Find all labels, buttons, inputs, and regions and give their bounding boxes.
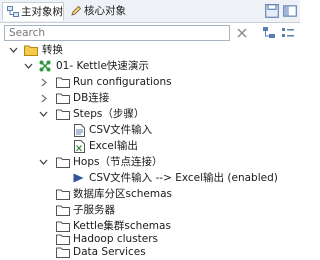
tree-node-label: CSV文件输入 --> Excel输出 (enabled) (89, 172, 278, 184)
tree-node-label: 子服务器 (73, 204, 115, 216)
tree-node-step-excel-output[interactable]: Excel输出 (0, 138, 300, 154)
search-input[interactable]: Search (4, 25, 230, 41)
collapse-all-icon[interactable] (281, 26, 295, 40)
chevron-down-icon[interactable] (9, 46, 18, 54)
excel-output-icon (74, 140, 85, 153)
tree-node-steps[interactable]: Steps（步骤） (0, 106, 300, 122)
tree-node-label: CSV文件输入 (89, 124, 153, 136)
tree-node-hop-csv-to-excel[interactable]: CSV文件输入 --> Excel输出 (enabled) (0, 170, 300, 186)
tab-bar: 主对象树 核心对象 (0, 0, 300, 23)
tree-node-label: 01- Kettle快速演示 (56, 60, 149, 72)
folder-icon (56, 189, 70, 200)
folder-icon (24, 45, 38, 56)
tab-main-tree[interactable]: 主对象树 (2, 2, 64, 21)
folder-icon (56, 77, 70, 88)
save-icon[interactable] (264, 3, 280, 19)
tree-node-partition-schemas[interactable]: 数据库分区schemas (0, 186, 300, 202)
tree-node-label: Data Services (73, 246, 146, 258)
chevron-down-icon[interactable] (39, 110, 48, 118)
clear-search-icon[interactable] (235, 26, 249, 40)
tree-node-label: Steps（步骤） (73, 108, 145, 120)
chevron-down-icon[interactable] (39, 158, 48, 166)
folder-icon (56, 93, 70, 104)
tree-node-db-connections[interactable]: DB连接 (0, 90, 300, 106)
tab-main-tree-label: 主对象树 (21, 6, 63, 18)
tab-core-objects[interactable]: 核心对象 (66, 2, 128, 21)
hop-arrow-icon (73, 173, 84, 183)
tree-node-label: Hops（节点连接） (73, 156, 163, 168)
tree-node-label: 转换 (42, 44, 63, 56)
folder-icon (56, 205, 70, 216)
chevron-right-icon[interactable] (40, 94, 48, 103)
tree-node-hops[interactable]: Hops（节点连接） (0, 154, 300, 170)
tab-core-objects-label: 核心对象 (84, 5, 126, 17)
chevron-right-icon[interactable] (40, 78, 48, 87)
expand-all-icon[interactable] (262, 26, 276, 40)
pencil-icon (71, 5, 82, 16)
tree-node-label: Excel输出 (89, 140, 138, 152)
tree-node-label: 数据库分区schemas (73, 188, 172, 200)
tree-node-data-services[interactable]: Data Services (0, 244, 300, 260)
tree-node-label: Run configurations (73, 76, 172, 88)
tree-node-transformations[interactable]: 转换 (0, 42, 300, 58)
tree-node-label: DB连接 (73, 92, 110, 104)
folder-open-icon (56, 109, 70, 120)
folder-icon (56, 247, 70, 258)
folder-open-icon (56, 157, 70, 168)
csv-file-icon (74, 124, 85, 137)
chevron-down-icon[interactable] (24, 62, 33, 70)
search-placeholder: Search (9, 27, 46, 39)
transformation-icon (39, 60, 51, 72)
tree-icon (7, 6, 19, 17)
tree-node-run-configurations[interactable]: Run configurations (0, 74, 300, 90)
tree-node-step-csv-input[interactable]: CSV文件输入 (0, 122, 300, 138)
panel-layout-icon[interactable] (282, 3, 298, 19)
tree-node-slave-servers[interactable]: 子服务器 (0, 202, 300, 218)
tree-node-transformation-01[interactable]: 01- Kettle快速演示 (0, 58, 300, 74)
